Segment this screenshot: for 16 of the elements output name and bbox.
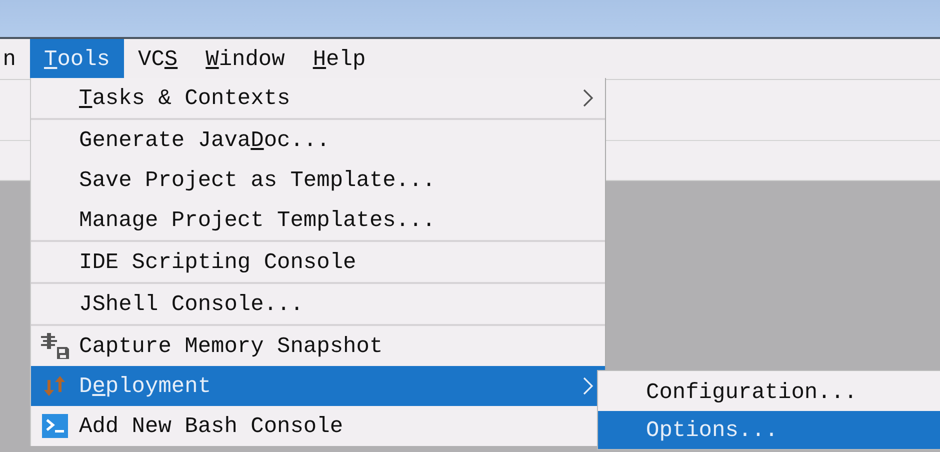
menu-item[interactable]: Manage Project Templates... — [31, 200, 605, 240]
menu-bar-item[interactable]: Tools — [30, 39, 124, 79]
memory-snapshot-icon — [39, 331, 71, 361]
menu-item[interactable]: Tasks & Contexts — [31, 78, 605, 118]
menu-item[interactable]: IDE Scripting Console — [31, 242, 605, 282]
terminal-icon — [41, 413, 69, 439]
menu-item[interactable]: Generate JavaDoc... — [31, 120, 605, 160]
menu-bar-item[interactable]: Window — [192, 39, 299, 79]
menu-item[interactable]: JShell Console... — [31, 284, 605, 324]
menu-item[interactable]: Capture Memory Snapshot — [31, 326, 605, 366]
menu-item[interactable]: Deployment — [31, 366, 605, 406]
menu-bar-item[interactable]: Help — [298, 39, 380, 79]
menu-item[interactable]: Options... — [598, 411, 940, 449]
menu-bar-item[interactable]: VCS — [124, 39, 192, 79]
menu-bar-item[interactable]: n — [0, 39, 30, 79]
menu-item[interactable]: Save Project as Template... — [31, 160, 605, 200]
